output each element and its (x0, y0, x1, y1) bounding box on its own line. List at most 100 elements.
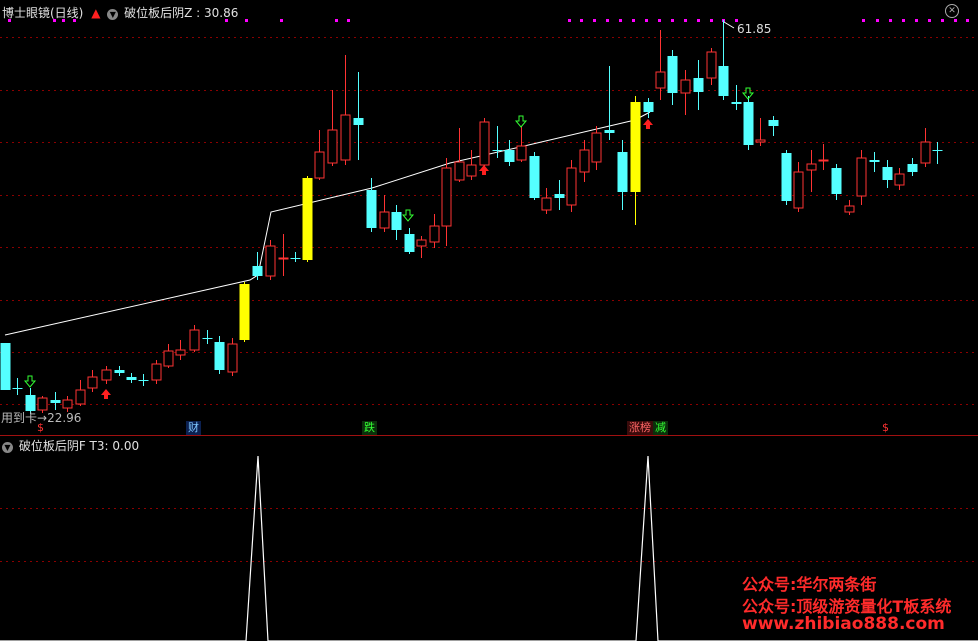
candle (907, 158, 918, 176)
candle (101, 366, 112, 384)
candle (366, 178, 377, 232)
candle (340, 55, 351, 165)
candle-body (114, 370, 125, 373)
indicator-label: 破位板后阴Z : 30.86 (124, 6, 239, 20)
candle (706, 48, 717, 85)
red-up-arrow-icon (643, 119, 653, 129)
candle (163, 344, 174, 368)
candle (454, 128, 465, 182)
candle-body (554, 194, 565, 198)
candle (667, 50, 678, 105)
candle-body (138, 380, 149, 381)
candle-body (882, 167, 893, 180)
low-prefix: 用到卡 (1, 411, 38, 425)
red-up-arrow-icon (101, 389, 111, 399)
dot-marker (619, 19, 622, 22)
candle-body (680, 79, 691, 94)
candle (680, 70, 691, 115)
candle (239, 282, 250, 342)
candle (227, 338, 238, 376)
candle-body (227, 343, 238, 373)
candle-body (87, 376, 98, 389)
dot-marker (889, 19, 892, 22)
candle-body (454, 161, 465, 181)
candle-body (617, 152, 628, 192)
candle (806, 150, 817, 192)
close-icon[interactable]: ✕ (945, 4, 959, 18)
candle-body (932, 150, 943, 151)
candle (466, 150, 477, 180)
candle-body (0, 343, 11, 390)
candle-body (907, 164, 918, 172)
candle (566, 160, 577, 212)
candle (655, 30, 666, 100)
candle (718, 20, 729, 100)
chevron-down-icon[interactable]: ▼ (107, 9, 119, 20)
candle (175, 340, 186, 360)
candle (151, 360, 162, 384)
dot-marker (697, 19, 700, 22)
candle-body (643, 102, 654, 112)
candle (869, 152, 880, 172)
candle (479, 118, 490, 170)
candle-body (504, 150, 515, 162)
candle (856, 150, 867, 205)
candle-body (768, 120, 779, 126)
green-down-arrow-icon (514, 115, 528, 128)
candle (202, 330, 213, 344)
candle-body (101, 369, 112, 381)
up-arrow-icon: ▲ (91, 6, 101, 20)
sub-chevron-icon[interactable]: ▼ (2, 442, 13, 453)
candle (693, 60, 704, 110)
dot-marker (568, 19, 571, 22)
candle (278, 234, 289, 276)
candle (416, 236, 427, 258)
candle-body (327, 129, 338, 164)
candle-body (579, 149, 590, 173)
red-up-arrow-icon (479, 165, 489, 175)
candle-body (743, 102, 754, 145)
candle (75, 380, 86, 406)
header-bar: 博士眼镜(日线) ▲ ▼ 破位板后阴Z : 30.86 (2, 4, 238, 21)
candle (932, 142, 943, 164)
candle-body (831, 168, 842, 194)
candle (126, 373, 137, 383)
candle-body (12, 388, 23, 389)
candle-body (404, 234, 415, 252)
candle-body (818, 159, 829, 162)
candle-body (920, 141, 931, 164)
dot-marker (645, 19, 648, 22)
candle-body (75, 389, 86, 405)
marker-die: 跌 (362, 421, 377, 435)
dot-marker (245, 19, 248, 22)
dot-marker (335, 19, 338, 22)
candle-body (252, 266, 263, 276)
candlestick-chart[interactable] (0, 0, 978, 641)
dot-marker (862, 19, 865, 22)
candle-body (175, 349, 186, 356)
dot-marker (671, 19, 674, 22)
dot-marker (876, 19, 879, 22)
candle-body (62, 399, 73, 409)
candle-body (151, 363, 162, 381)
sub-indicator-label: 破位板后阴F T3: 0.00 (18, 439, 140, 453)
candle (0, 343, 11, 390)
dot-marker (684, 19, 687, 22)
candle (214, 336, 225, 374)
high-pointer (723, 21, 735, 29)
candle (138, 374, 149, 386)
candle (755, 118, 766, 146)
marker-cai: 财 (186, 421, 201, 435)
marker-zhangbang: 涨榜 (627, 421, 653, 435)
dot-marker (632, 19, 635, 22)
candle-body (755, 139, 766, 143)
sub-panel-header: ▼ 破位板后阴F T3: 0.00 (2, 437, 139, 454)
candle-body (340, 114, 351, 161)
candle (818, 144, 829, 170)
candle (516, 126, 527, 162)
candle-body (441, 167, 452, 227)
marker-jian: 减 (653, 421, 668, 435)
candle (630, 96, 641, 225)
candle (353, 72, 364, 160)
green-down-arrow-icon (23, 375, 37, 388)
